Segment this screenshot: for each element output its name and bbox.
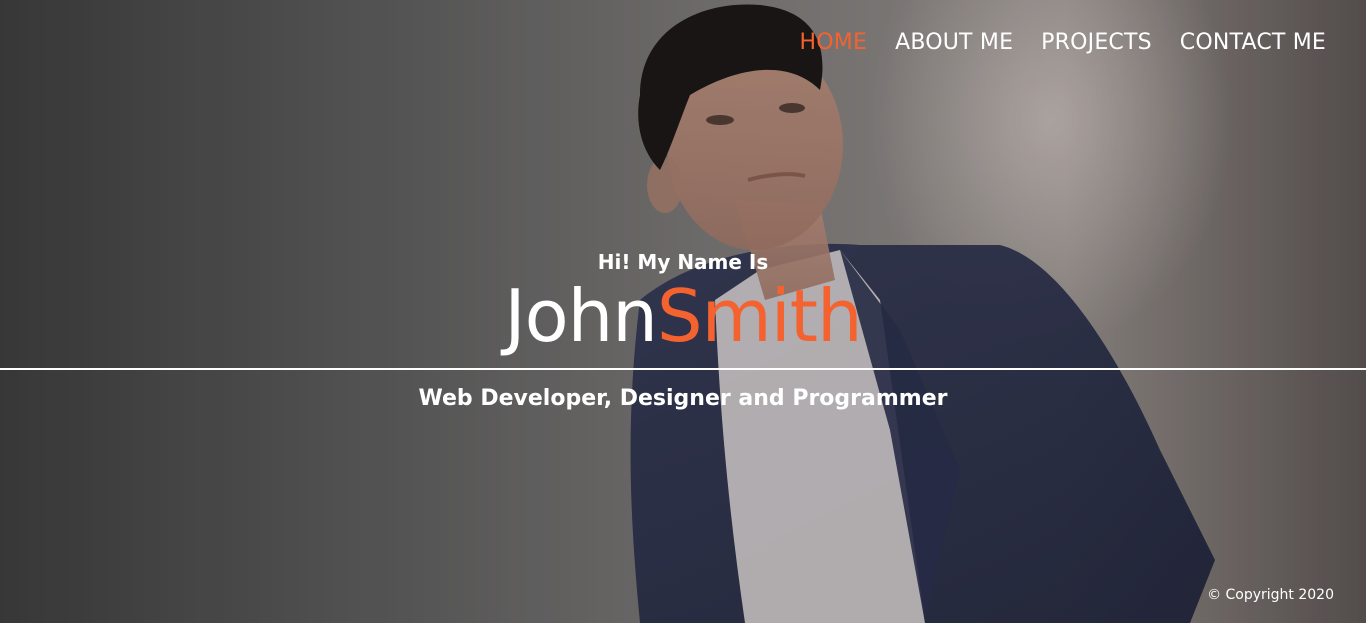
copyright-text: © Copyright 2020 <box>1207 587 1334 603</box>
hero-subtitle: Web Developer, Designer and Programmer <box>418 386 948 411</box>
hero-section: HOME ABOUT ME PROJECTS CONTACT ME Hi! My… <box>0 0 1366 623</box>
nav-item-home[interactable]: HOME <box>800 30 868 55</box>
main-nav: HOME ABOUT ME PROJECTS CONTACT ME <box>800 30 1326 55</box>
nav-item-contact-me[interactable]: CONTACT ME <box>1180 30 1326 55</box>
hero-name: JohnSmith <box>0 272 1366 360</box>
last-name: Smith <box>656 274 863 358</box>
intro-text: Hi! My Name Is <box>597 250 769 274</box>
nav-item-projects[interactable]: PROJECTS <box>1041 30 1152 55</box>
horizontal-divider <box>0 368 1366 370</box>
first-name: John <box>504 274 658 358</box>
nav-item-about-me[interactable]: ABOUT ME <box>895 30 1013 55</box>
